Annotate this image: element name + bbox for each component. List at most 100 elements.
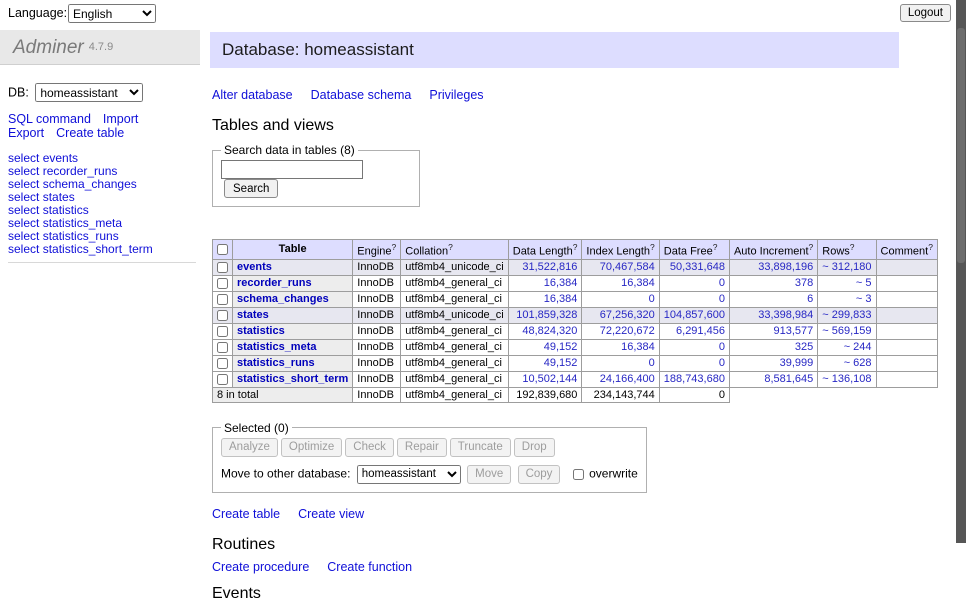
- sidebar-select-link[interactable]: select: [8, 242, 39, 256]
- selected-fieldset: Selected (0) AnalyzeOptimizeCheckRepairT…: [212, 421, 647, 493]
- sidebar-table-link-statistics[interactable]: statistics: [43, 203, 89, 217]
- column-help-link[interactable]: ?: [713, 242, 718, 252]
- table-row: statistics_metaInnoDButf8mb4_general_ci4…: [213, 339, 938, 355]
- column-help-link[interactable]: ?: [928, 242, 933, 252]
- selected-analyze-button[interactable]: Analyze: [221, 438, 278, 457]
- selected-drop-button[interactable]: Drop: [514, 438, 555, 457]
- sidebar-link-export[interactable]: Export: [8, 126, 44, 140]
- row-checkbox[interactable]: [217, 278, 228, 289]
- db-action-database-schema[interactable]: Database schema: [311, 88, 412, 102]
- row-checkbox[interactable]: [217, 326, 228, 337]
- vertical-scrollbar[interactable]: [956, 0, 966, 543]
- row-checkbox[interactable]: [217, 310, 228, 321]
- table-name-link-events[interactable]: events: [237, 261, 272, 273]
- sidebar-link-sql-command[interactable]: SQL command: [8, 112, 91, 126]
- cell-engine: InnoDB: [353, 323, 401, 339]
- sidebar-table-item: select statistics_short_term: [8, 243, 196, 256]
- create-procedure-link[interactable]: Create procedure: [212, 560, 309, 574]
- overwrite-checkbox[interactable]: [573, 469, 584, 480]
- create-function-link[interactable]: Create function: [327, 560, 412, 574]
- selected-check-button[interactable]: Check: [345, 438, 394, 457]
- select-all-checkbox[interactable]: [217, 244, 228, 255]
- cell-comment: [876, 323, 937, 339]
- sidebar-table-link-statistics-runs[interactable]: statistics_runs: [43, 229, 119, 243]
- db-action-privileges[interactable]: Privileges: [429, 88, 483, 102]
- cell-auto-increment: 33,898,196: [729, 259, 817, 275]
- total-label-cell: 8 in total: [213, 387, 353, 402]
- sidebar-table-link-statistics-meta[interactable]: statistics_meta: [43, 216, 122, 230]
- adminer-logo-link[interactable]: Adminer: [13, 37, 84, 58]
- column-help-link[interactable]: ?: [809, 242, 814, 252]
- cell-data-length: 10,502,144: [508, 371, 582, 387]
- app-version: 4.7.9: [89, 41, 113, 53]
- scrollbar-thumb[interactable]: [957, 28, 965, 263]
- sidebar-table-link-schema-changes[interactable]: schema_changes: [43, 177, 137, 191]
- cell-data-free: 0: [659, 339, 729, 355]
- create-view-link[interactable]: Create view: [298, 507, 364, 521]
- move-button[interactable]: Move: [467, 465, 511, 484]
- sidebar-select-link[interactable]: select: [8, 151, 39, 165]
- column-help-link[interactable]: ?: [850, 242, 855, 252]
- table-name-link-statistics[interactable]: statistics: [237, 325, 285, 337]
- sidebar-table-link-statistics-short-term[interactable]: statistics_short_term: [43, 242, 153, 256]
- column-help-link[interactable]: ?: [392, 242, 397, 252]
- sidebar-select-link[interactable]: select: [8, 164, 39, 178]
- cell-collation: utf8mb4_unicode_ci: [401, 259, 508, 275]
- table-name-link-statistics-short-term[interactable]: statistics_short_term: [237, 373, 348, 385]
- cell-index-length: 16,384: [582, 339, 659, 355]
- language-select[interactable]: English: [68, 4, 156, 23]
- column-help-link[interactable]: ?: [573, 242, 578, 252]
- row-checkbox[interactable]: [217, 294, 228, 305]
- table-name-cell: statistics_runs: [233, 355, 353, 371]
- cell-engine: InnoDB: [353, 307, 401, 323]
- sidebar-table-link-states[interactable]: states: [43, 190, 75, 204]
- cell-data-length: 49,152: [508, 355, 582, 371]
- create-table-link[interactable]: Create table: [212, 507, 280, 521]
- selected-repair-button[interactable]: Repair: [397, 438, 447, 457]
- db-select[interactable]: homeassistant: [35, 83, 143, 102]
- sidebar-link-create-table[interactable]: Create table: [56, 126, 124, 140]
- table-name-link-recorder-runs[interactable]: recorder_runs: [237, 277, 312, 289]
- move-db-select[interactable]: homeassistant: [357, 465, 461, 484]
- cell-data-free: 104,857,600: [659, 307, 729, 323]
- column-header-comment: Comment?: [876, 240, 937, 260]
- sidebar-select-link[interactable]: select: [8, 203, 39, 217]
- logout-button[interactable]: Logout: [900, 4, 951, 22]
- cell-data-free: 0: [659, 291, 729, 307]
- table-row: statistics_short_termInnoDButf8mb4_gener…: [213, 371, 938, 387]
- table-name-cell: states: [233, 307, 353, 323]
- total-data-length-cell: 192,839,680: [508, 387, 582, 402]
- row-checkbox[interactable]: [217, 342, 228, 353]
- row-checkbox[interactable]: [217, 374, 228, 385]
- sidebar-link-import[interactable]: Import: [103, 112, 138, 126]
- column-help-link[interactable]: ?: [650, 242, 655, 252]
- selected-optimize-button[interactable]: Optimize: [281, 438, 342, 457]
- sidebar-select-link[interactable]: select: [8, 190, 39, 204]
- column-help-link[interactable]: ?: [448, 242, 453, 252]
- search-input[interactable]: [221, 160, 363, 179]
- row-checkbox-cell: [213, 291, 233, 307]
- row-checkbox-cell: [213, 371, 233, 387]
- search-button[interactable]: Search: [224, 179, 278, 198]
- sidebar-select-link[interactable]: select: [8, 177, 39, 191]
- db-action-alter-database[interactable]: Alter database: [212, 88, 293, 102]
- cell-index-length: 16,384: [582, 275, 659, 291]
- main-content: MySQL»Server»Database: homeassistant Dat…: [200, 0, 903, 603]
- sidebar-select-link[interactable]: select: [8, 229, 39, 243]
- row-checkbox[interactable]: [217, 358, 228, 369]
- table-name-link-states[interactable]: states: [237, 309, 269, 321]
- sidebar-table-link-recorder-runs[interactable]: recorder_runs: [43, 164, 118, 178]
- selected-truncate-button[interactable]: Truncate: [450, 438, 511, 457]
- sidebar-select-link[interactable]: select: [8, 216, 39, 230]
- table-name-link-statistics-runs[interactable]: statistics_runs: [237, 357, 315, 369]
- table-name-link-schema-changes[interactable]: schema_changes: [237, 293, 329, 305]
- table-name-link-statistics-meta[interactable]: statistics_meta: [237, 341, 317, 353]
- cell-auto-increment: 913,577: [729, 323, 817, 339]
- cell-index-length: 72,220,672: [582, 323, 659, 339]
- copy-button[interactable]: Copy: [518, 465, 561, 484]
- create-links: Create table Create view: [212, 507, 903, 522]
- column-header-rows: Rows?: [818, 240, 876, 260]
- sidebar-table-link-events[interactable]: events: [43, 151, 78, 165]
- cell-auto-increment: 325: [729, 339, 817, 355]
- row-checkbox[interactable]: [217, 262, 228, 273]
